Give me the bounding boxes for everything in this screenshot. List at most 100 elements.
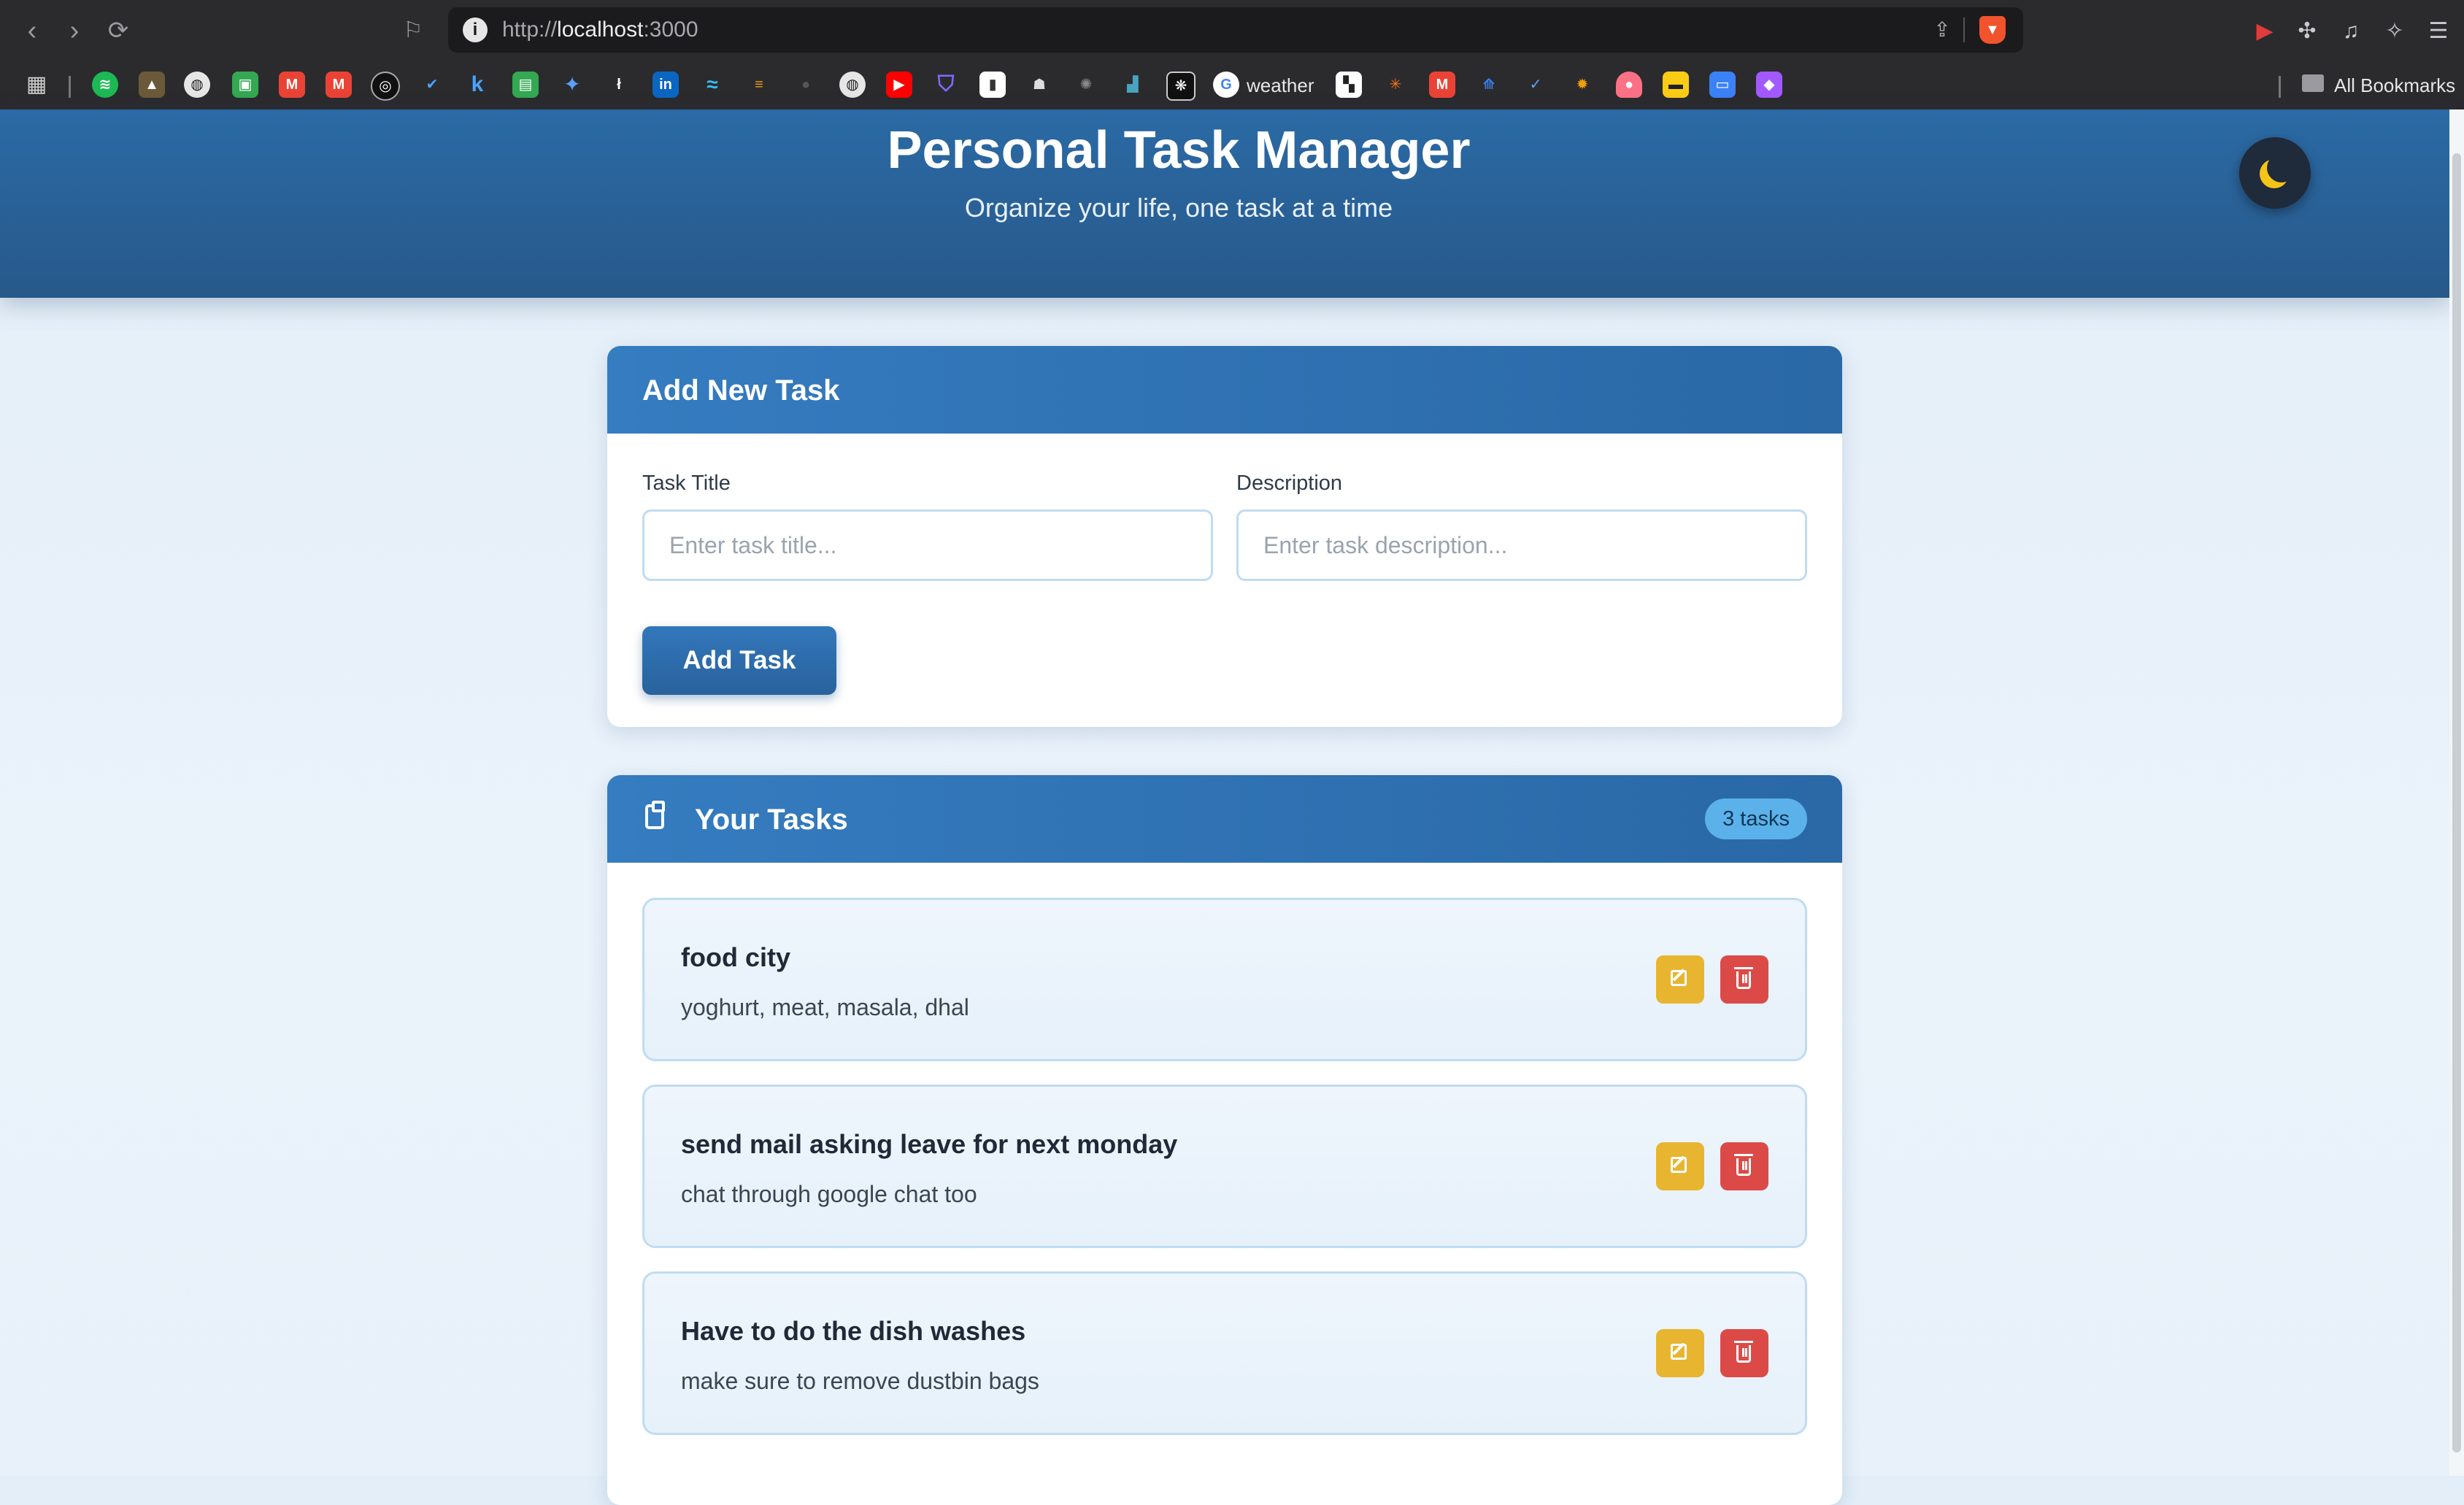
chart-icon[interactable]: ▟ xyxy=(1120,72,1146,98)
google-icon[interactable]: G xyxy=(1213,72,1239,98)
task-title: food city xyxy=(681,942,790,972)
delete-task-button[interactable] xyxy=(1720,955,1768,1004)
sun-icon[interactable]: ✹ xyxy=(1569,72,1595,98)
folder-icon xyxy=(2302,74,2324,92)
edit-task-button[interactable] xyxy=(1656,1329,1704,1377)
bookmark-icon-7[interactable]: ▚ xyxy=(1336,72,1362,98)
gmail-icon-3[interactable]: M xyxy=(1429,72,1455,98)
site-info-icon[interactable]: i xyxy=(463,18,488,42)
youtube-extension-icon[interactable]: ▶ xyxy=(2249,16,2280,47)
task-count-badge: 3 tasks xyxy=(1705,798,1807,839)
add-task-heading: Add New Task xyxy=(642,374,840,407)
bookmark-divider xyxy=(69,76,71,98)
extensions-icon[interactable]: ✣ xyxy=(2292,16,2322,47)
add-task-card-header: Add New Task xyxy=(607,346,1842,434)
youtube-icon[interactable]: ▶ xyxy=(886,72,912,98)
github-icon[interactable]: ● xyxy=(793,72,819,98)
url-text[interactable]: http://localhost:3000 xyxy=(502,16,698,44)
delete-task-button[interactable] xyxy=(1720,1329,1768,1377)
bookmarks-bar: ▦ ≋ ▲ ◍ ▣ M M ◎ ✔ k ▤ ✦ ł in ≈ ≡ ● ◍ ▶ ⛉… xyxy=(0,61,2464,109)
bookmark-divider-2 xyxy=(2279,76,2281,98)
bookmark-icon[interactable]: ⚐ xyxy=(397,15,429,47)
bookmark-icon-3[interactable]: ▮ xyxy=(979,72,1006,98)
stack-icon[interactable]: ≡ xyxy=(746,72,772,98)
google-chat-icon[interactable]: ▣ xyxy=(232,72,258,98)
music-icon[interactable]: ♫ xyxy=(2336,16,2366,47)
bookmark-icon-8[interactable]: ✓ xyxy=(1522,72,1549,98)
spotify-icon[interactable]: ≋ xyxy=(92,72,118,98)
bookmark-icon-2[interactable]: ▲ xyxy=(139,72,165,98)
page-subtitle: Organize your life, one task at a time xyxy=(964,193,1393,223)
trash-icon xyxy=(1734,967,1753,989)
bookmark-icon-4[interactable]: ☗ xyxy=(1026,72,1052,98)
browser-toolbar: ‹ › ⟳ ⚐ i http://localhost:3000 ⇪ ▼ ▶ ✣ … xyxy=(0,0,2464,61)
trash-icon xyxy=(1734,1341,1753,1363)
openai-icon[interactable]: ◎ xyxy=(371,72,400,101)
task-title: send mail asking leave for next monday xyxy=(681,1129,1178,1159)
gmail-icon[interactable]: M xyxy=(279,72,305,98)
task-item: send mail asking leave for next monday c… xyxy=(642,1085,1807,1248)
task-title-label: Task Title xyxy=(642,471,731,495)
gemini-icon[interactable]: ✦ xyxy=(559,72,585,98)
tasks-heading: Your Tasks xyxy=(695,804,848,836)
task-description: yoghurt, meat, masala, dhal xyxy=(681,994,969,1020)
sheets-icon[interactable]: ▤ xyxy=(512,72,539,98)
k-icon[interactable]: k xyxy=(464,72,490,98)
reload-icon[interactable]: ⟳ xyxy=(102,15,134,47)
edit-task-button[interactable] xyxy=(1656,955,1704,1004)
description-label: Description xyxy=(1236,471,1343,495)
back-icon[interactable]: ‹ xyxy=(16,15,48,47)
edit-icon xyxy=(1671,1344,1687,1360)
tailwind-icon[interactable]: ≈ xyxy=(699,72,725,98)
brave-shield-icon[interactable]: ▼ xyxy=(1979,16,2006,44)
check-icon[interactable]: ✔ xyxy=(419,72,445,98)
task-description: make sure to remove dustbin bags xyxy=(681,1368,1039,1394)
linkedin-icon[interactable]: in xyxy=(652,72,679,98)
task-item: Have to do the dish washes make sure to … xyxy=(642,1271,1807,1435)
jira-icon[interactable]: ⟰ xyxy=(1476,72,1502,98)
task-item: food city yoghurt, meat, masala, dhal xyxy=(642,898,1807,1061)
task-description: chat through google chat too xyxy=(681,1181,977,1207)
trash-icon xyxy=(1734,1154,1753,1176)
browser-chrome: ‹ › ⟳ ⚐ i http://localhost:3000 ⇪ ▼ ▶ ✣ … xyxy=(0,0,2464,109)
moon-icon xyxy=(2267,153,2296,182)
globe-icon-2[interactable]: ◍ xyxy=(839,72,866,98)
theme-toggle-button[interactable] xyxy=(2239,137,2311,209)
add-task-button[interactable]: Add Task xyxy=(642,626,836,695)
shield-icon[interactable]: ⛉ xyxy=(933,72,959,98)
clipboard-icon xyxy=(645,801,665,829)
folder-blue-icon[interactable]: ▭ xyxy=(1709,72,1736,98)
figma-icon[interactable]: ◆ xyxy=(1756,72,1782,98)
url-separator xyxy=(1963,18,1965,42)
page-header: Personal Task Manager Organize your life… xyxy=(0,109,2449,298)
globe-icon[interactable]: ◍ xyxy=(184,72,210,98)
apps-grid-icon[interactable]: ▦ xyxy=(23,72,50,98)
tasks-card-header: Your Tasks 3 tasks xyxy=(607,775,1842,863)
bookmark-icon-6[interactable]: ❋ xyxy=(1166,72,1196,101)
bookmark-icon-9[interactable]: ● xyxy=(1616,72,1642,98)
page-title: Personal Task Manager xyxy=(887,121,1471,180)
task-title: Have to do the dish washes xyxy=(681,1316,1026,1346)
menu-icon[interactable]: ☰ xyxy=(2423,16,2454,47)
task-title-input[interactable] xyxy=(642,509,1213,581)
bookmark-icon-10[interactable]: ▬ xyxy=(1663,72,1689,98)
n-icon[interactable]: ł xyxy=(606,72,632,98)
edit-icon xyxy=(1671,970,1687,986)
forward-icon[interactable]: › xyxy=(58,15,91,47)
all-bookmarks[interactable]: All Bookmarks xyxy=(2334,74,2455,96)
tasks-card: Your Tasks 3 tasks food city yoghurt, me… xyxy=(607,775,1842,1505)
task-description-input[interactable] xyxy=(1236,509,1807,581)
share-icon[interactable]: ⇪ xyxy=(1930,18,1955,42)
page-scrollbar[interactable] xyxy=(2449,109,2464,1476)
claude-icon[interactable]: ✳ xyxy=(1382,72,1409,98)
bookmark-weather[interactable]: weather xyxy=(1247,74,1314,96)
ai-sparkle-icon[interactable]: ✧ xyxy=(2379,16,2410,47)
scrollbar-thumb[interactable] xyxy=(2452,153,2461,1452)
edit-task-button[interactable] xyxy=(1656,1142,1704,1190)
delete-task-button[interactable] xyxy=(1720,1142,1768,1190)
address-bar[interactable]: i http://localhost:3000 ⇪ ▼ xyxy=(448,7,2023,53)
bookmark-icon-5[interactable]: ✺ xyxy=(1073,72,1099,98)
edit-icon xyxy=(1671,1157,1687,1173)
add-task-card: Add New Task Task Title Description Add … xyxy=(607,346,1842,727)
gmail-icon-2[interactable]: M xyxy=(326,72,352,98)
